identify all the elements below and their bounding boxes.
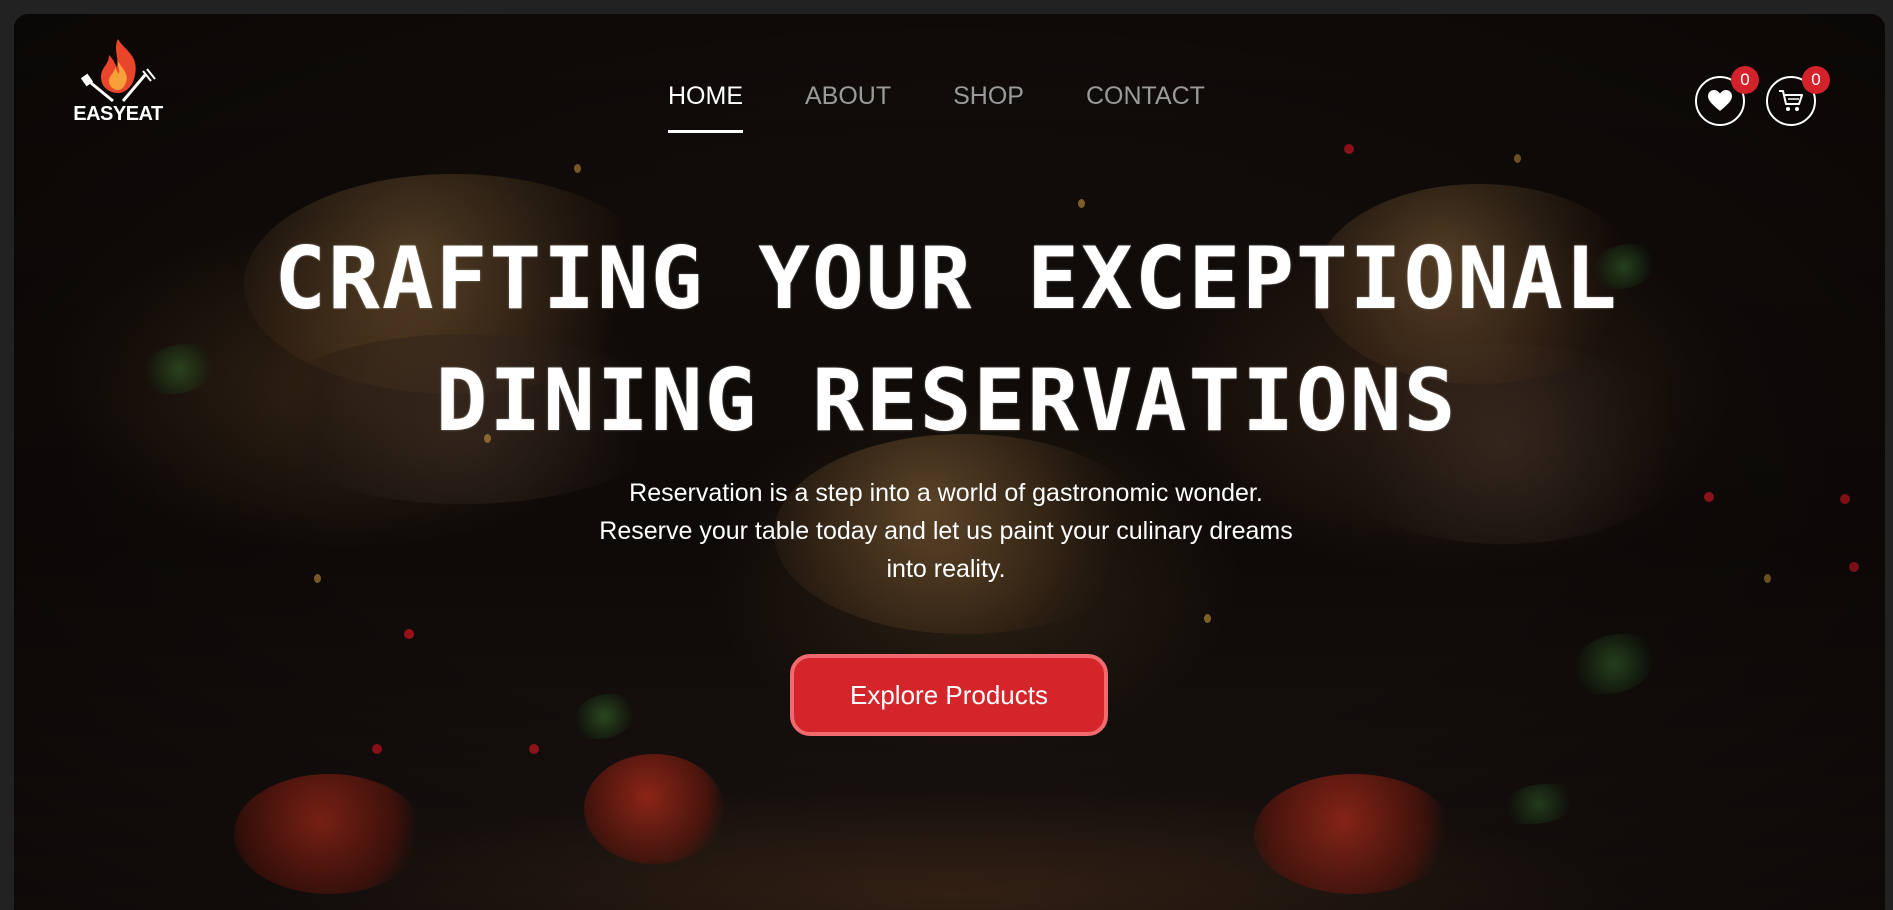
cart-icon bbox=[1779, 90, 1803, 111]
hero-subtext: Reservation is a step into a world of ga… bbox=[599, 479, 1293, 583]
nav-item-home[interactable]: HOME bbox=[668, 82, 743, 133]
explore-products-button[interactable]: Explore Products bbox=[790, 654, 1108, 736]
logo-text: EASYEAT bbox=[73, 103, 163, 125]
hero-banner: ​ bbox=[14, 14, 1885, 910]
logo[interactable]: EASYEAT bbox=[68, 35, 168, 145]
wishlist-button[interactable]: 0 bbox=[1695, 66, 1759, 126]
hero-headline: CRAFTING YOUR EXCEPTIONAL DINING RESERVA… bbox=[0, 218, 1893, 462]
cart-button[interactable]: 0 bbox=[1766, 66, 1830, 126]
vignette-overlay bbox=[14, 14, 1885, 910]
nav-item-shop[interactable]: SHOP bbox=[953, 82, 1024, 133]
nav-item-about[interactable]: ABOUT bbox=[805, 82, 891, 133]
flame-grill-icon bbox=[80, 39, 156, 103]
page-frame: ​ EASYEAT HOME ABOUT SHOP CONTACT 0 bbox=[0, 0, 1893, 910]
hero-headline-line-1: CRAFTING YOUR EXCEPTIONAL bbox=[274, 229, 1619, 329]
heart-icon bbox=[1708, 90, 1732, 111]
nav-item-contact[interactable]: CONTACT bbox=[1086, 82, 1205, 133]
main-nav: HOME ABOUT SHOP CONTACT bbox=[668, 82, 1205, 133]
wishlist-count-badge: 0 bbox=[1731, 66, 1759, 94]
hero-headline-line-2: DINING RESERVATIONS bbox=[435, 351, 1458, 451]
cart-count-badge: 0 bbox=[1802, 66, 1830, 94]
